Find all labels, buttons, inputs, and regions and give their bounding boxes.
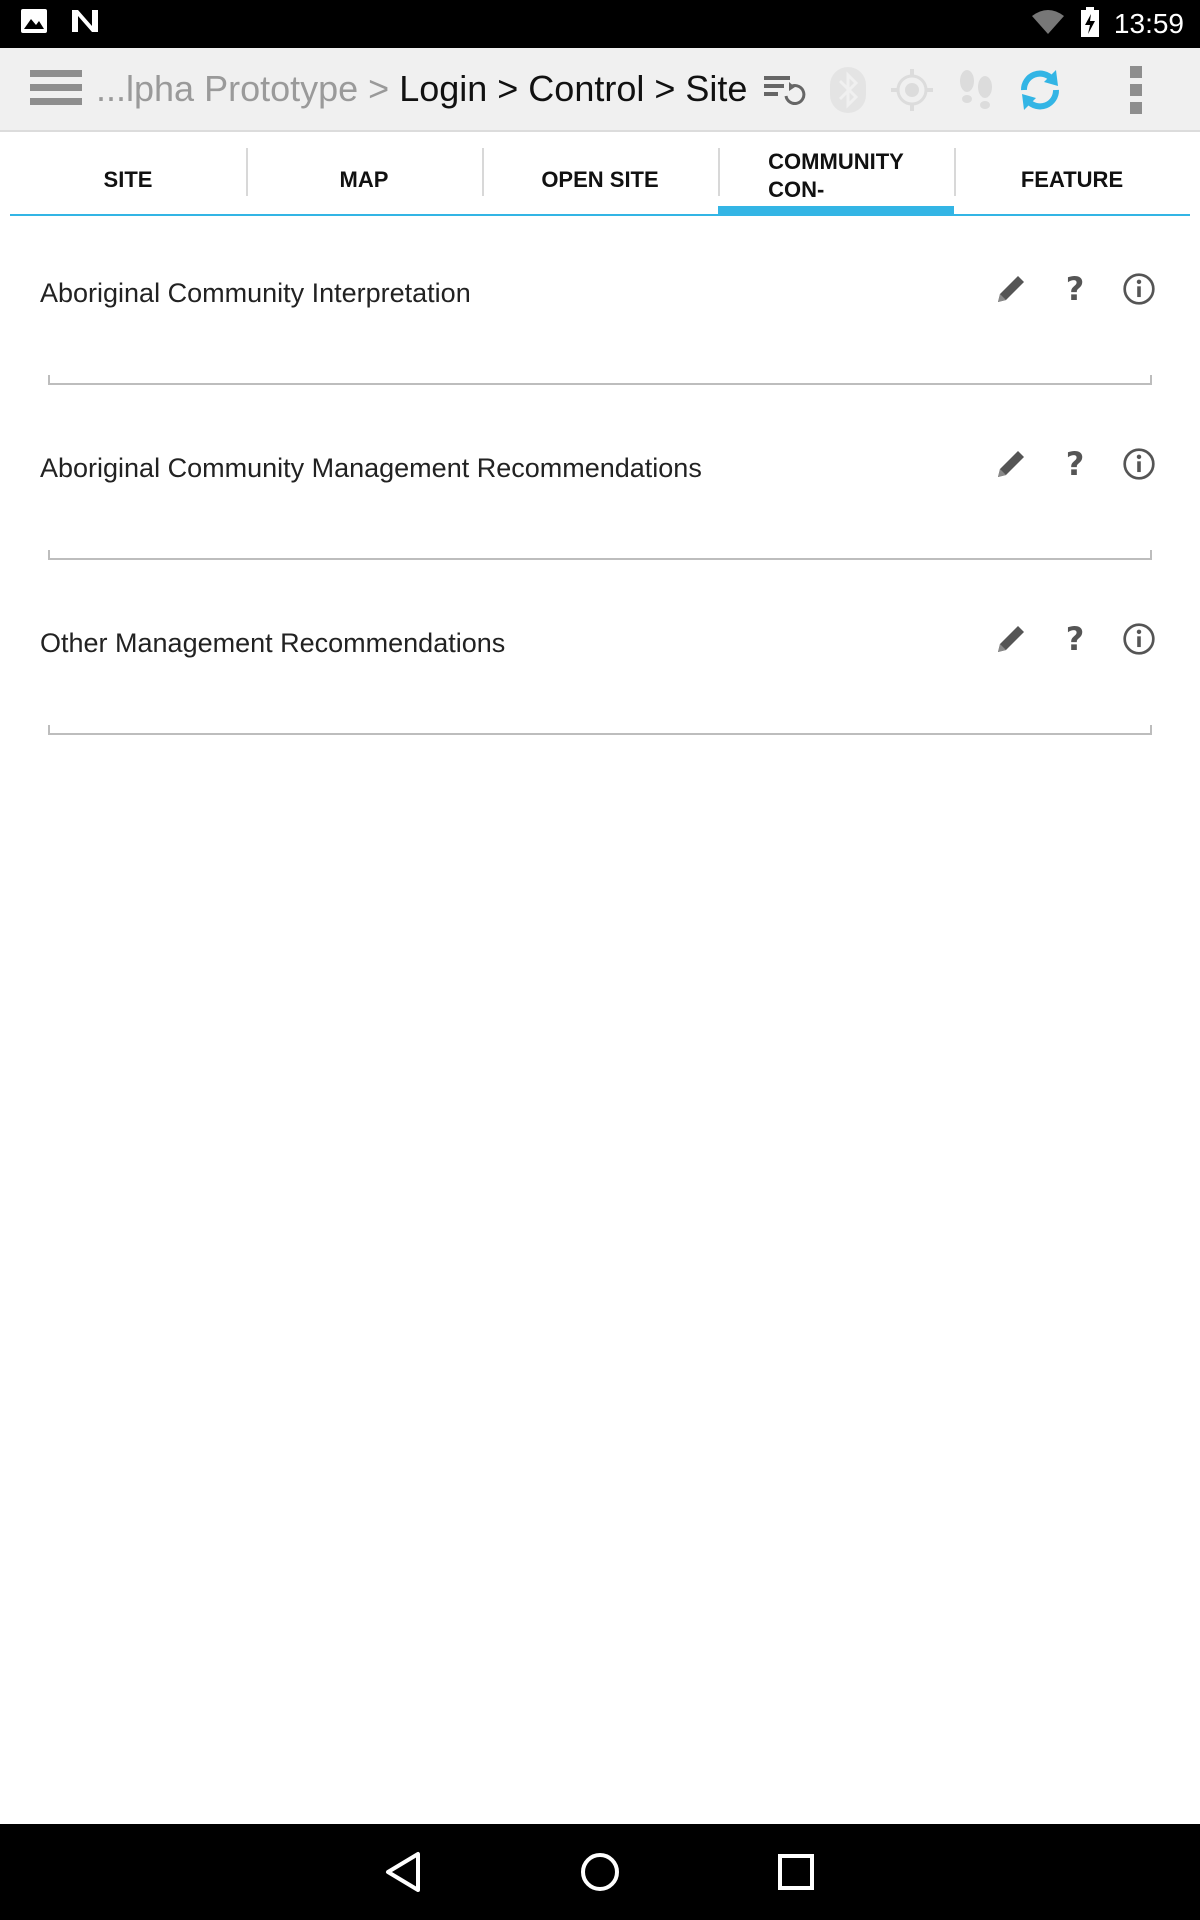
pencil-icon[interactable]	[994, 272, 1028, 306]
tab-feature[interactable]: FEATURE	[954, 146, 1190, 216]
help-icon[interactable]: ?	[1058, 447, 1092, 481]
home-icon[interactable]	[574, 1846, 626, 1898]
breadcrumb-faded: ...lpha Prototype >	[96, 68, 400, 109]
wifi-icon	[1030, 8, 1066, 41]
sync-list-icon[interactable]	[756, 62, 812, 118]
breadcrumb[interactable]: ...lpha Prototype > Login > Control > Si…	[96, 68, 747, 110]
tab-community-con[interactable]: COMMUNITY CON-	[718, 146, 954, 216]
text-input[interactable]	[48, 550, 1152, 560]
text-input[interactable]	[48, 375, 1152, 385]
tab-label: FEATURE	[1020, 167, 1124, 192]
field-label: Aboriginal Community Management Recommen…	[40, 453, 702, 483]
pencil-icon[interactable]	[994, 622, 1028, 656]
status-bar: 13:59	[0, 0, 1200, 48]
n-notification-icon	[70, 8, 100, 39]
field-aboriginal-community-interpretation: Aboriginal Community Interpretation ?	[10, 216, 1190, 391]
form-content: Aboriginal Community Interpretation ? Ab…	[10, 216, 1190, 741]
tab-open-site[interactable]: OPEN SITE	[482, 146, 718, 216]
menu-icon[interactable]	[30, 70, 82, 110]
gps-icon[interactable]	[884, 62, 940, 118]
tab-label: MAP	[339, 167, 389, 192]
footsteps-icon[interactable]	[948, 62, 1004, 118]
help-icon[interactable]: ?	[1058, 272, 1092, 306]
tab-label-line2: CON-	[768, 177, 825, 202]
recents-icon[interactable]	[770, 1846, 822, 1898]
tab-label: SITE	[103, 167, 153, 192]
tab-label-line1: COMMUNITY	[768, 149, 904, 174]
overflow-icon[interactable]	[1108, 62, 1164, 118]
breadcrumb-current: Login > Control > Site	[399, 68, 748, 109]
field-label: Aboriginal Community Interpretation	[40, 278, 471, 308]
field-aboriginal-community-management-recommendations: Aboriginal Community Management Recommen…	[10, 391, 1190, 566]
pencil-icon[interactable]	[994, 447, 1028, 481]
clock: 13:59	[1113, 8, 1184, 39]
battery-charging-icon	[1080, 6, 1100, 42]
help-icon[interactable]: ?	[1058, 622, 1092, 656]
info-icon[interactable]	[1122, 272, 1156, 306]
action-bar: ...lpha Prototype > Login > Control > Si…	[0, 48, 1200, 132]
back-icon[interactable]	[378, 1846, 430, 1898]
refresh-icon[interactable]	[1012, 62, 1068, 118]
tab-site[interactable]: SITE	[10, 146, 246, 216]
info-icon[interactable]	[1122, 447, 1156, 481]
tab-map[interactable]: MAP	[246, 146, 482, 216]
field-other-management-recommendations: Other Management Recommendations ?	[10, 566, 1190, 741]
tab-label: OPEN SITE	[541, 167, 659, 192]
bluetooth-icon[interactable]	[820, 62, 876, 118]
tab-bar: SITE MAP OPEN SITE COMMUNITY CON- FEATUR…	[10, 146, 1190, 216]
info-icon[interactable]	[1122, 622, 1156, 656]
image-notification-icon	[20, 8, 48, 39]
field-label: Other Management Recommendations	[40, 628, 506, 658]
navigation-bar	[0, 1824, 1200, 1920]
text-input[interactable]	[48, 725, 1152, 735]
